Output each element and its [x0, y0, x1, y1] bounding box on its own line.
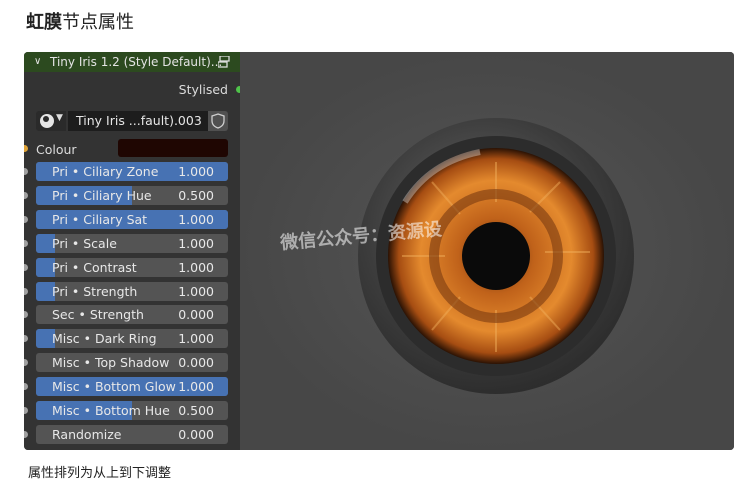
page-title-bold: 虹膜	[26, 12, 62, 33]
colour-row: Colour	[24, 139, 240, 159]
page-title: 虹膜节点属性	[26, 8, 134, 34]
slider-label: Misc • Bottom Glow	[52, 379, 176, 395]
slider-value: 1.000	[178, 259, 214, 275]
group-browse-button[interactable]: ▼	[36, 111, 66, 131]
caption: 属性排列为从上到下调整	[28, 466, 172, 481]
input-socket[interactable]	[24, 168, 28, 175]
slider-value: 1.000	[178, 235, 214, 251]
input-socket[interactable]	[24, 335, 28, 343]
node-editor-panel: ∨ Tiny Iris 1.2 (Style Default)... Styli…	[24, 52, 734, 450]
slider-label: Pri • Ciliary Sat	[52, 211, 148, 227]
slider-value: 0.000	[178, 307, 214, 323]
pupil	[462, 222, 530, 290]
colour-socket[interactable]	[24, 145, 28, 152]
input-socket[interactable]	[24, 383, 28, 391]
slider-sec-strength[interactable]: Sec • Strength 0.000	[36, 305, 228, 325]
slider-pri-ciliary-hue[interactable]: Pri • Ciliary Hue 0.500	[36, 185, 228, 205]
slider-value: 1.000	[178, 211, 214, 227]
input-socket[interactable]	[24, 287, 28, 295]
page-title-rest: 节点属性	[62, 12, 134, 33]
slider-value: 0.500	[178, 403, 214, 418]
slider-label: Pri • Ciliary Zone	[52, 164, 159, 179]
slider-label: Sec • Strength	[52, 307, 144, 323]
slider-value: 1.000	[178, 331, 214, 347]
slider-pri-ciliary-sat[interactable]: Pri • Ciliary Sat 1.000	[36, 209, 228, 229]
node-group-selector[interactable]: ▼ Tiny Iris ...fault).003	[36, 110, 228, 132]
slider-value: 0.000	[178, 355, 214, 371]
input-socket[interactable]	[24, 215, 28, 223]
slider-label: Misc • Dark Ring	[52, 331, 157, 347]
slider-label: Randomize	[52, 426, 122, 442]
slider-pri-ciliary-zone[interactable]: Pri • Ciliary Zone 1.000	[36, 162, 228, 181]
slider-label: Pri • Strength	[52, 283, 138, 299]
slider-label: Misc • Bottom Hue	[52, 403, 170, 418]
slider-value: 1.000	[178, 283, 214, 299]
dropdown-arrow-icon: ▼	[56, 113, 63, 123]
node-title: Tiny Iris 1.2 (Style Default)...	[50, 55, 223, 69]
slider-misc-dark-ring[interactable]: Misc • Dark Ring 1.000	[36, 329, 228, 349]
fake-user-button[interactable]	[208, 111, 228, 131]
shield-icon	[211, 113, 225, 129]
slider-value: 0.000	[178, 426, 214, 442]
slider-misc-bottom-hue[interactable]: Misc • Bottom Hue 0.500	[36, 401, 228, 420]
colour-label: Colour	[36, 142, 77, 157]
slider-label: Pri • Contrast	[52, 259, 137, 275]
slider-label: Misc • Top Shadow	[52, 355, 170, 371]
slider-misc-bottom-glow[interactable]: Misc • Bottom Glow 1.000	[36, 377, 228, 397]
colour-swatch[interactable]	[118, 139, 228, 157]
output-label: Stylised	[178, 82, 228, 97]
slider-randomize[interactable]: Randomize 0.000	[36, 424, 228, 444]
slider-pri-strength[interactable]: Pri • Strength 1.000	[36, 281, 228, 301]
slider-pri-contrast[interactable]: Pri • Contrast 1.000	[36, 257, 228, 277]
slider-misc-top-shadow[interactable]: Misc • Top Shadow 0.000	[36, 353, 228, 373]
group-name-field[interactable]: Tiny Iris ...fault).003	[68, 111, 208, 131]
output-row: Stylised	[24, 80, 243, 100]
slider-label: Pri • Ciliary Hue	[52, 187, 152, 203]
input-socket[interactable]	[24, 311, 28, 319]
input-socket[interactable]	[24, 239, 28, 247]
input-socket[interactable]	[24, 407, 28, 414]
slider-label: Pri • Scale	[52, 235, 117, 251]
node-group-icon[interactable]	[218, 56, 230, 68]
slider-value: 1.000	[178, 164, 214, 179]
input-socket[interactable]	[24, 263, 28, 271]
slider-pri-scale[interactable]: Pri • Scale 1.000	[36, 233, 228, 253]
render-preview: 微信公众号：资源设	[240, 52, 734, 450]
input-socket[interactable]	[24, 191, 28, 199]
collapse-chevron-icon[interactable]: ∨	[34, 52, 41, 72]
slider-value: 0.500	[178, 187, 214, 203]
input-socket[interactable]	[24, 359, 28, 367]
tiny-iris-node[interactable]: ∨ Tiny Iris 1.2 (Style Default)... Styli…	[24, 52, 243, 450]
input-socket[interactable]	[24, 430, 28, 438]
node-tree-icon	[40, 114, 54, 128]
node-header[interactable]: ∨ Tiny Iris 1.2 (Style Default)...	[24, 52, 240, 72]
slider-value: 1.000	[178, 379, 214, 395]
